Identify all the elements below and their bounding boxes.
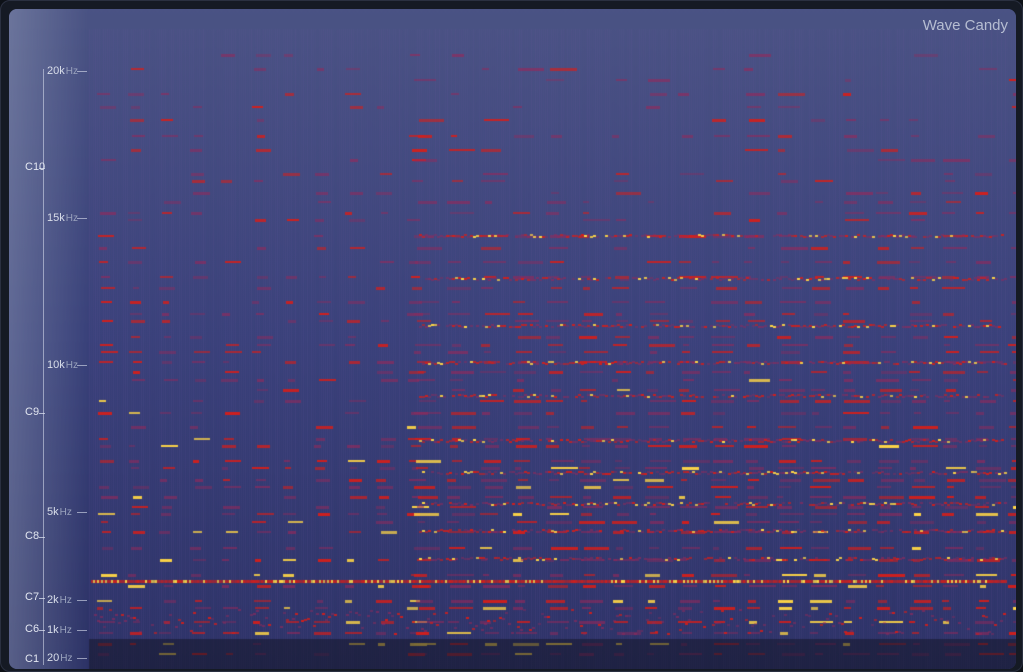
- hz-label-1k: 1kHz: [47, 624, 72, 636]
- hz-tick: [77, 512, 87, 513]
- note-label-c8: C8: [25, 530, 40, 542]
- note-tick: [39, 630, 45, 631]
- hz-label-20k: 20kHz: [47, 65, 78, 77]
- hz-label-15k: 15kHz: [47, 212, 78, 224]
- note-tick: [39, 537, 45, 538]
- note-label-c1: C1: [25, 653, 40, 665]
- note-label-c9: C9: [25, 406, 40, 418]
- hz-label-10k: 10kHz: [47, 359, 78, 371]
- note-tick: [39, 598, 45, 599]
- hz-tick: [77, 600, 87, 601]
- hz-tick: [77, 658, 87, 659]
- note-label-c6: C6: [25, 623, 40, 635]
- note-tick: [39, 413, 45, 414]
- spectrogram-canvas[interactable]: [9, 9, 1016, 669]
- hz-tick: [77, 218, 87, 219]
- spectrogram-panel[interactable]: 20kHz 15kHz 10kHz 5kHz 2kHz 1kHz 20Hz C1…: [9, 9, 1016, 669]
- note-label-c7: C7: [25, 591, 40, 603]
- note-tick: [39, 168, 45, 169]
- plugin-title: Wave Candy: [922, 17, 1008, 34]
- hz-label-5k: 5kHz: [47, 506, 72, 518]
- hz-tick: [77, 630, 87, 631]
- note-label-c10: C10: [25, 161, 46, 173]
- hz-label-20: 20Hz: [47, 652, 73, 664]
- hz-tick: [77, 71, 87, 72]
- hz-label-2k: 2kHz: [47, 594, 72, 606]
- frequency-axis-line: [43, 69, 44, 665]
- visualizer-window-frame: 20kHz 15kHz 10kHz 5kHz 2kHz 1kHz 20Hz C1…: [0, 0, 1023, 672]
- hz-tick: [77, 365, 87, 366]
